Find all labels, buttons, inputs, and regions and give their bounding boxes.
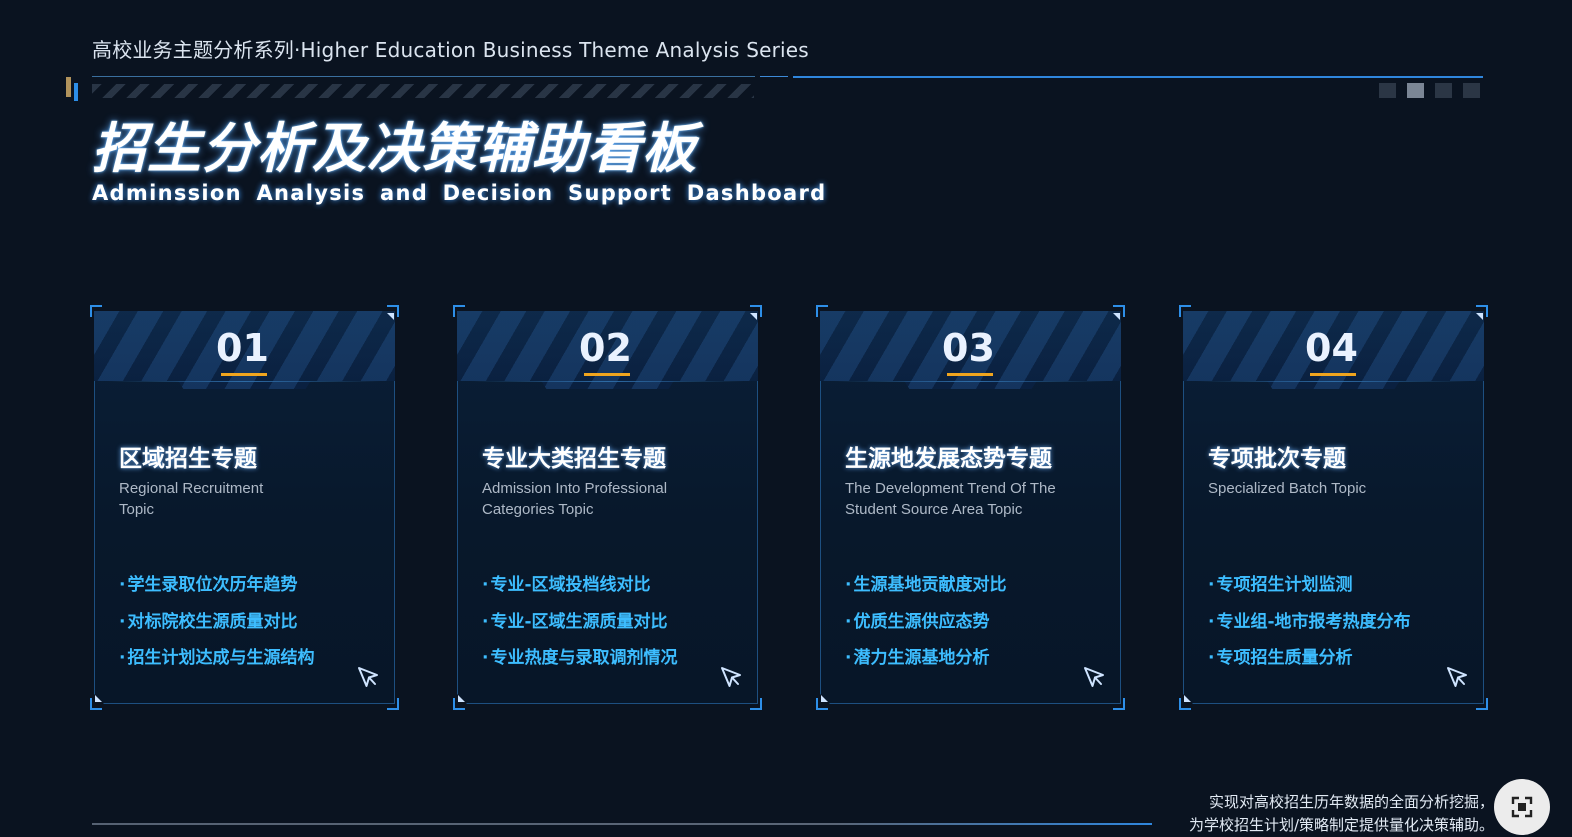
card-header-line — [834, 381, 1107, 382]
corner-bracket — [816, 305, 828, 317]
left-marker-gold — [66, 77, 71, 97]
top-divider — [92, 76, 755, 77]
corner-triangle — [750, 313, 757, 320]
top-divider-accent — [793, 76, 1483, 78]
corner-triangle — [821, 695, 828, 702]
page-dot-2[interactable] — [1407, 83, 1424, 98]
list-item[interactable]: 专业-区域生源质量对比 — [482, 607, 677, 644]
corner-triangle — [95, 695, 102, 702]
list-item[interactable]: 专业组-地市报考热度分布 — [1208, 607, 1410, 644]
cursor-pointer-icon[interactable] — [1444, 664, 1470, 690]
list-item[interactable]: 专业-区域投档线对比 — [482, 570, 677, 607]
card-number: 02 — [579, 326, 632, 370]
left-marker-blue — [74, 83, 78, 101]
list-item[interactable]: 专业热度与录取调剂情况 — [482, 643, 677, 680]
card-english-title: The Development Trend Of The Student Sou… — [845, 480, 1056, 518]
page-dot-1[interactable] — [1379, 83, 1396, 98]
list-item[interactable]: 潜力生源基地分析 — [845, 643, 1006, 680]
footer-line-1: 实现对高校招生历年数据的全面分析挖掘， — [1208, 793, 1494, 811]
hatch-decoration — [92, 84, 754, 98]
bottom-divider — [92, 823, 1152, 825]
list-item[interactable]: 招生计划达成与生源结构 — [119, 643, 314, 680]
card-english-title: Admission Into Professional Categories T… — [482, 480, 668, 518]
list-item[interactable]: 专项招生计划监测 — [1208, 570, 1411, 607]
card-number-underline — [947, 373, 993, 376]
card-number-underline — [584, 373, 630, 376]
corner-bracket — [1476, 698, 1488, 710]
page-dot-3[interactable] — [1435, 83, 1452, 98]
corner-bracket — [750, 698, 762, 710]
page-title: 招生分析及决策辅助看板 — [92, 117, 697, 180]
card-title: 生源地发展态势专题 — [845, 446, 1052, 472]
footer-description: 实现对高校招生历年数据的全面分析挖掘， 为学校招生计划/策略制定提供量化决策辅助… — [1189, 791, 1494, 837]
card-number: 03 — [942, 326, 995, 370]
list-item[interactable]: 对标院校生源质量对比 — [119, 607, 314, 644]
card-item-list: 专项招生计划监测 专业组-地市报考热度分布 专项招生质量分析 — [1208, 570, 1411, 680]
corner-triangle — [1184, 695, 1191, 702]
card-title: 区域招生专题 — [119, 446, 257, 472]
card-title: 专项批次专题 — [1208, 446, 1346, 472]
fullscreen-button[interactable] — [1494, 779, 1550, 835]
card-title: 专业大类招生专题 — [482, 446, 666, 472]
corner-bracket — [90, 305, 102, 317]
card-number: 01 — [216, 326, 269, 370]
corner-bracket — [453, 305, 465, 317]
page-indicator — [1379, 83, 1480, 98]
series-title: 高校业务主题分析系列·Higher Education Business The… — [92, 38, 809, 62]
card-number-underline — [1310, 373, 1356, 376]
card-english-title: Specialized Batch Topic — [1208, 480, 1367, 497]
corner-triangle — [1476, 313, 1483, 320]
fullscreen-icon — [1511, 796, 1533, 818]
page-subtitle: Adminssion Analysis and Decision Support… — [92, 181, 827, 205]
cursor-pointer-icon[interactable] — [355, 664, 381, 690]
list-item[interactable]: 生源基地贡献度对比 — [845, 570, 1006, 607]
list-item[interactable]: 优质生源供应态势 — [845, 607, 1006, 644]
corner-bracket — [387, 698, 399, 710]
card-item-list: 生源基地贡献度对比 优质生源供应态势 潜力生源基地分析 — [845, 570, 1006, 680]
card-item-list: 学生录取位次历年趋势 对标院校生源质量对比 招生计划达成与生源结构 — [119, 570, 314, 680]
corner-triangle — [1113, 313, 1120, 320]
list-item[interactable]: 学生录取位次历年趋势 — [119, 570, 314, 607]
corner-triangle — [387, 313, 394, 320]
cursor-pointer-icon[interactable] — [1081, 664, 1107, 690]
corner-triangle — [458, 695, 465, 702]
card-english-title: Regional Recruitment Topic — [119, 480, 264, 518]
card-number-underline — [221, 373, 267, 376]
card-item-list: 专业-区域投档线对比 专业-区域生源质量对比 专业热度与录取调剂情况 — [482, 570, 677, 680]
page-dot-4[interactable] — [1463, 83, 1480, 98]
top-divider-segment — [760, 76, 788, 77]
footer-line-2: 为学校招生计划/策略制定提供量化决策辅助。 — [1188, 816, 1494, 834]
card-number: 04 — [1305, 326, 1358, 370]
card-header-line — [108, 381, 381, 382]
card-header-line — [471, 381, 744, 382]
corner-bracket — [1113, 698, 1125, 710]
corner-bracket — [1179, 305, 1191, 317]
list-item[interactable]: 专项招生质量分析 — [1208, 643, 1411, 680]
cursor-pointer-icon[interactable] — [718, 664, 744, 690]
card-header-line — [1197, 381, 1470, 382]
